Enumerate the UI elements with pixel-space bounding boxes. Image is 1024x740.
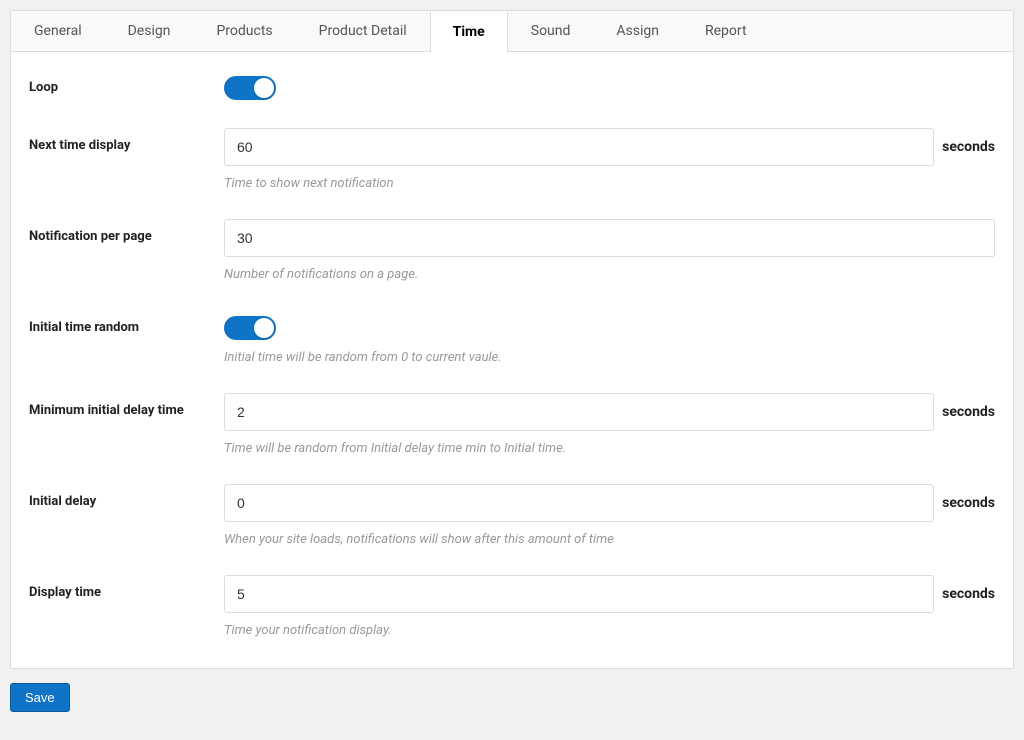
help-notification-per-page: Number of notifications on a page. — [224, 267, 995, 282]
field-initial-time-random: Initial time random Initial time will be… — [29, 310, 995, 365]
suffix-seconds: seconds — [942, 586, 995, 602]
toggle-loop[interactable] — [224, 76, 276, 100]
field-initial-delay: Initial delay seconds When your site loa… — [29, 484, 995, 547]
tabs-nav: General Design Products Product Detail T… — [11, 11, 1013, 52]
label-initial-delay: Initial delay — [29, 484, 224, 509]
field-notification-per-page: Notification per page Number of notifica… — [29, 219, 995, 282]
tab-time[interactable]: Time — [430, 12, 508, 53]
tab-general[interactable]: General — [11, 11, 105, 51]
toggle-knob-icon — [254, 78, 274, 98]
help-initial-time-random: Initial time will be random from 0 to cu… — [224, 350, 995, 365]
save-button[interactable]: Save — [10, 683, 70, 712]
input-min-initial-delay[interactable] — [224, 393, 934, 431]
help-next-time-display: Time to show next notification — [224, 176, 995, 191]
tab-assign[interactable]: Assign — [593, 11, 682, 51]
label-display-time: Display time — [29, 575, 224, 600]
input-display-time[interactable] — [224, 575, 934, 613]
tab-sound[interactable]: Sound — [508, 11, 594, 51]
label-next-time-display: Next time display — [29, 128, 224, 153]
tab-products[interactable]: Products — [193, 11, 295, 51]
tab-product-detail[interactable]: Product Detail — [296, 11, 430, 51]
label-initial-time-random: Initial time random — [29, 310, 224, 335]
label-notification-per-page: Notification per page — [29, 219, 224, 244]
input-notification-per-page[interactable] — [224, 219, 995, 257]
input-initial-delay[interactable] — [224, 484, 934, 522]
field-min-initial-delay: Minimum initial delay time seconds Time … — [29, 393, 995, 456]
suffix-seconds: seconds — [942, 139, 995, 155]
help-initial-delay: When your site loads, notifications will… — [224, 532, 995, 547]
tab-content-time: Loop Next time display seconds Time to s… — [11, 52, 1013, 668]
label-min-initial-delay: Minimum initial delay time — [29, 393, 224, 418]
field-display-time: Display time seconds Time your notificat… — [29, 575, 995, 638]
tab-report[interactable]: Report — [682, 11, 770, 51]
toggle-initial-time-random[interactable] — [224, 316, 276, 340]
input-next-time-display[interactable] — [224, 128, 934, 166]
field-loop: Loop — [29, 70, 995, 100]
tab-design[interactable]: Design — [105, 11, 194, 51]
toggle-knob-icon — [254, 318, 274, 338]
settings-panel: General Design Products Product Detail T… — [10, 10, 1014, 669]
suffix-seconds: seconds — [942, 404, 995, 420]
suffix-seconds: seconds — [942, 495, 995, 511]
help-min-initial-delay: Time will be random from Initial delay t… — [224, 441, 995, 456]
field-next-time-display: Next time display seconds Time to show n… — [29, 128, 995, 191]
help-display-time: Time your notification display. — [224, 623, 995, 638]
label-loop: Loop — [29, 70, 224, 95]
